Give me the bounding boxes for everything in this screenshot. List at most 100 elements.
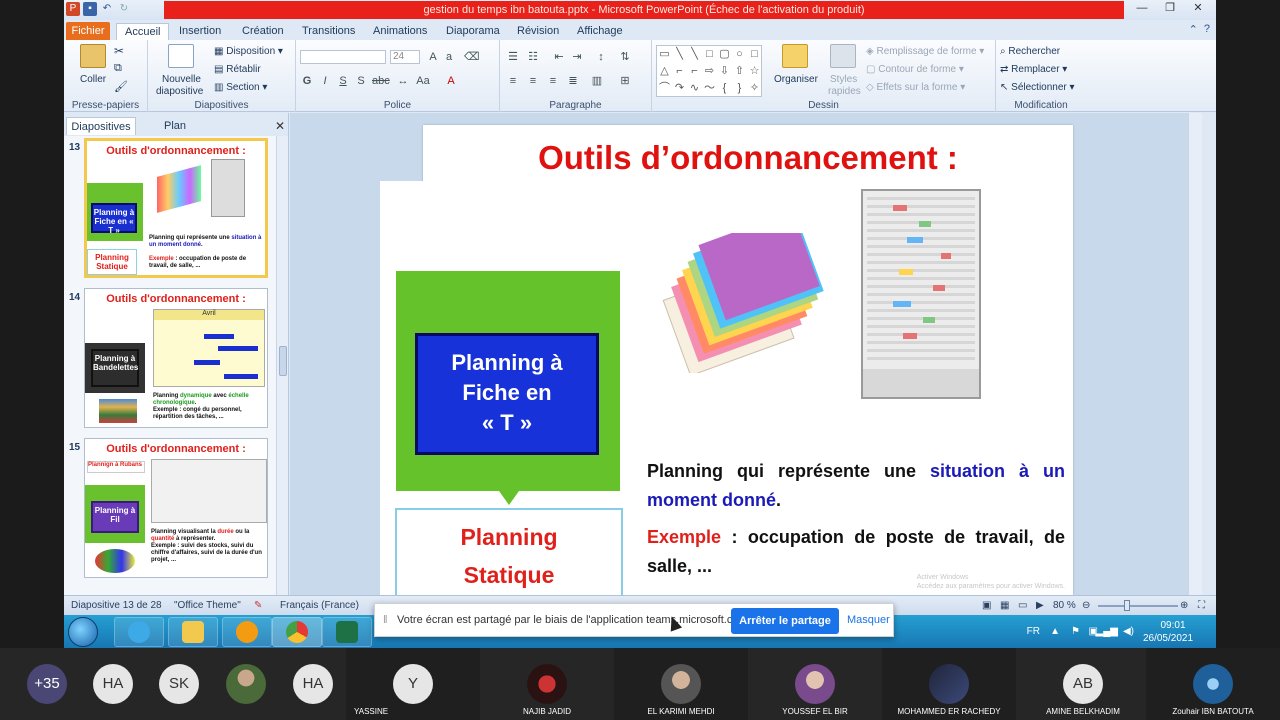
- elbow2-shape-icon[interactable]: ⌐: [687, 63, 702, 80]
- star2-shape-icon[interactable]: ✧: [747, 80, 762, 97]
- language-status[interactable]: Français (France): [280, 600, 359, 611]
- quick-styles-icon[interactable]: [830, 44, 856, 68]
- line-shape-icon[interactable]: ╲: [672, 46, 687, 63]
- slide-paragraph-1[interactable]: Planning qui représente une situation à …: [647, 457, 1065, 515]
- save-icon[interactable]: ▪: [83, 2, 97, 16]
- taskbar-media[interactable]: [222, 617, 272, 647]
- participant-overflow[interactable]: +35: [0, 648, 94, 720]
- freeform-shape-icon[interactable]: ∿: [687, 80, 702, 97]
- participant-tile[interactable]: [224, 648, 290, 720]
- tab-animations[interactable]: Animations: [365, 23, 435, 39]
- section-button[interactable]: ▥ Section ▾: [214, 82, 267, 93]
- text-direction-icon[interactable]: ⇅: [618, 50, 632, 64]
- show-hidden-icons-icon[interactable]: ▲: [1050, 626, 1060, 637]
- arrange-icon[interactable]: [782, 44, 808, 68]
- tab-diaporama[interactable]: Diaporama: [438, 23, 508, 39]
- elbow-shape-icon[interactable]: ⌐: [672, 63, 687, 80]
- tray-time[interactable]: 09:01: [1148, 620, 1198, 631]
- close-pane-icon[interactable]: ✕: [275, 119, 285, 133]
- restore-button[interactable]: ❐: [1156, 0, 1184, 16]
- find-button[interactable]: ⌕ Rechercher: [1000, 46, 1060, 57]
- drag-grip-icon[interactable]: ‖: [383, 614, 388, 626]
- shadow-icon[interactable]: S: [354, 74, 368, 88]
- stop-sharing-button[interactable]: Arrêter le partage: [731, 608, 839, 634]
- brace-right-shape-icon[interactable]: }: [732, 80, 747, 97]
- tab-plan[interactable]: Plan: [140, 117, 210, 135]
- textbox-shape-icon[interactable]: ▭: [657, 46, 672, 63]
- copy-icon[interactable]: ⧉: [114, 62, 122, 75]
- paste-button[interactable]: Coller: [80, 74, 106, 85]
- reading-view-icon[interactable]: ▭: [1018, 600, 1027, 611]
- shape-effects-button[interactable]: ◇ Effets sur la forme ▾: [866, 82, 965, 93]
- minimize-button[interactable]: —: [1128, 0, 1156, 16]
- tab-fichier[interactable]: Fichier: [66, 22, 110, 40]
- participant-tile[interactable]: NAJIB JADID: [480, 648, 614, 720]
- tab-accueil[interactable]: Accueil: [116, 23, 170, 41]
- spellcheck-icon[interactable]: ✎: [254, 600, 262, 611]
- arrow-down-shape-icon[interactable]: ⇩: [717, 63, 732, 80]
- sorter-view-icon[interactable]: ▦: [1000, 600, 1009, 611]
- decrease-indent-icon[interactable]: ⇤: [552, 50, 566, 64]
- help-icon[interactable]: ?: [1204, 23, 1210, 36]
- line2-shape-icon[interactable]: ╲: [687, 46, 702, 63]
- underline-icon[interactable]: S: [336, 74, 350, 88]
- fit-to-window-icon[interactable]: ⛶: [1198, 600, 1205, 611]
- line-spacing-icon[interactable]: ↕: [594, 50, 608, 64]
- participant-tile[interactable]: Y YASSINE: [346, 648, 480, 720]
- participant-tile[interactable]: YOUSSEF EL BIR: [748, 648, 882, 720]
- zoom-slider-handle[interactable]: [1124, 600, 1130, 611]
- redo-icon[interactable]: ↻: [117, 2, 131, 16]
- star-shape-icon[interactable]: ☆: [747, 63, 762, 80]
- network-icon[interactable]: ▂▄▆: [1096, 626, 1118, 637]
- numbering-icon[interactable]: ☷: [526, 50, 540, 64]
- font-color-icon[interactable]: A: [444, 74, 458, 88]
- tab-diapositives[interactable]: Diapositives: [66, 117, 136, 135]
- align-right-icon[interactable]: ≡: [546, 74, 560, 88]
- zoom-level[interactable]: 80 %: [1053, 600, 1076, 611]
- canvas-scrollbar[interactable]: [1188, 113, 1202, 595]
- format-painter-icon[interactable]: 🖌: [114, 80, 128, 93]
- bold-icon[interactable]: G: [300, 74, 314, 88]
- participant-tile[interactable]: HA: [290, 648, 346, 720]
- oval-shape-icon[interactable]: ○: [732, 46, 747, 63]
- normal-view-icon[interactable]: ▣: [982, 600, 991, 611]
- slide-thumb-13[interactable]: Outils d'ordonnancement : Planning à Fic…: [84, 138, 268, 278]
- planning-statique-box[interactable]: Planning Statique: [395, 508, 623, 595]
- taskbar-ie[interactable]: [114, 617, 164, 647]
- roundrect-shape-icon[interactable]: ▢: [717, 46, 732, 63]
- arrow-right-shape-icon[interactable]: ⇨: [702, 63, 717, 80]
- font-size-box[interactable]: 24: [390, 50, 420, 64]
- shrink-font-icon[interactable]: a: [442, 50, 456, 64]
- participant-tile[interactable]: Zouhair IBN BATOUTA: [1146, 648, 1280, 720]
- pane-scrollbar[interactable]: [276, 136, 288, 595]
- arrange-button[interactable]: Organiser: [774, 74, 818, 85]
- change-case-icon[interactable]: Aa: [416, 74, 430, 88]
- align-left-icon[interactable]: ≡: [506, 74, 520, 88]
- tab-insertion[interactable]: Insertion: [171, 23, 229, 39]
- char-spacing-icon[interactable]: ↔: [396, 74, 410, 88]
- paste-icon[interactable]: [80, 44, 106, 68]
- grow-font-icon[interactable]: A: [426, 50, 440, 64]
- quick-styles-label-1[interactable]: Styles: [830, 74, 857, 85]
- rect-shape-icon[interactable]: □: [702, 46, 717, 63]
- taskbar-chrome[interactable]: [272, 617, 322, 647]
- slideshow-view-icon[interactable]: ▶: [1036, 600, 1044, 611]
- increase-indent-icon[interactable]: ⇥: [570, 50, 584, 64]
- collapse-ribbon-icon[interactable]: ⌃: [1189, 23, 1198, 36]
- new-slide-label-1[interactable]: Nouvelle: [162, 74, 201, 85]
- planning-fiche-t-box[interactable]: Planning à Fiche en « T »: [415, 333, 599, 455]
- italic-icon[interactable]: I: [318, 74, 332, 88]
- new-slide-icon[interactable]: [168, 44, 194, 68]
- tab-revision[interactable]: Révision: [509, 23, 567, 39]
- slide-title[interactable]: Outils d’ordonnancement :: [423, 139, 1073, 177]
- start-button[interactable]: [68, 617, 98, 647]
- new-slide-label-2[interactable]: diapositive: [156, 86, 203, 97]
- participant-tile[interactable]: MOHAMMED ER RACHEDY: [882, 648, 1016, 720]
- reset-button[interactable]: ▤ Rétablir: [214, 64, 261, 75]
- justify-icon[interactable]: ≣: [566, 74, 580, 88]
- layout-button[interactable]: ▦ Disposition ▾: [214, 46, 283, 57]
- zoom-in-icon[interactable]: ⊕: [1180, 600, 1188, 611]
- hide-banner-button[interactable]: Masquer: [847, 614, 890, 626]
- zoom-out-icon[interactable]: ⊖: [1082, 600, 1090, 611]
- shapes-gallery[interactable]: ▭ ╲ ╲ □ ▢ ○ □ △ ⌐ ⌐ ⇨ ⇩ ⇧ ☆ ⌒ ↷ ∿ 〜{} ✧: [656, 45, 762, 97]
